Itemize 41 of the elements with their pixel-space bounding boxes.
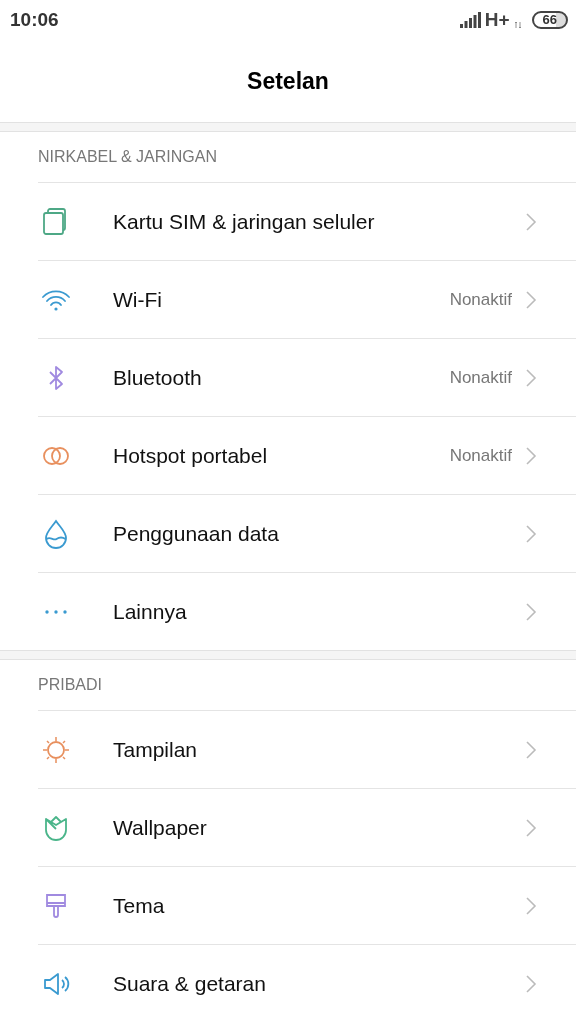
settings-row[interactable]: Suara & getaran [38,944,576,1022]
chevron-right-icon [524,524,538,543]
chevron-right-icon [524,212,538,231]
settings-row[interactable]: Tampilan [38,710,576,788]
chevron-right-icon [524,290,538,309]
settings-row[interactable]: Wi-Fi Nonaktif [38,260,576,338]
chevron-right-icon [524,896,538,915]
row-label: Wi-Fi [113,286,162,313]
chevron-right-icon [524,974,538,993]
row-label: Tampilan [113,736,198,763]
section-header: PRIBADI [38,675,102,695]
row-label: Wallpaper [113,814,207,841]
chevron-right-icon [524,446,538,465]
battery-level: 66 [531,11,568,29]
settings-row[interactable]: Wallpaper [38,788,576,866]
network-type: H+ [484,7,510,32]
settings-row[interactable]: Kartu SIM & jaringan seluler [38,182,576,260]
chevron-right-icon [524,740,538,759]
section-header: NIRKABEL & JARINGAN [38,147,217,167]
clock-time: 10:06 [10,7,59,32]
row-label: Suara & getaran [113,970,266,997]
row-label: Kartu SIM & jaringan seluler [113,208,375,235]
data-arrows-icon [513,21,522,29]
row-label: Hotspot portabel [113,442,268,469]
chevron-right-icon [524,368,538,387]
settings-row[interactable]: Tema [38,866,576,944]
row-label: Bluetooth [113,364,202,391]
settings-row[interactable]: Hotspot portabel Nonaktif [38,416,576,494]
chevron-right-icon [524,602,538,621]
page-title: Setelan [247,66,329,96]
row-value: Nonaktif [449,444,512,467]
settings-row[interactable]: Penggunaan data [38,494,576,572]
settings-row[interactable]: Bluetooth Nonaktif [38,338,576,416]
chevron-right-icon [524,818,538,837]
row-label: Lainnya [113,598,187,625]
row-value: Nonaktif [449,288,512,311]
signal-icon [458,12,481,28]
row-value: Nonaktif [449,366,512,389]
more-dots-icon [44,608,68,615]
row-label: Penggunaan data [113,520,279,547]
row-label: Tema [113,892,165,919]
